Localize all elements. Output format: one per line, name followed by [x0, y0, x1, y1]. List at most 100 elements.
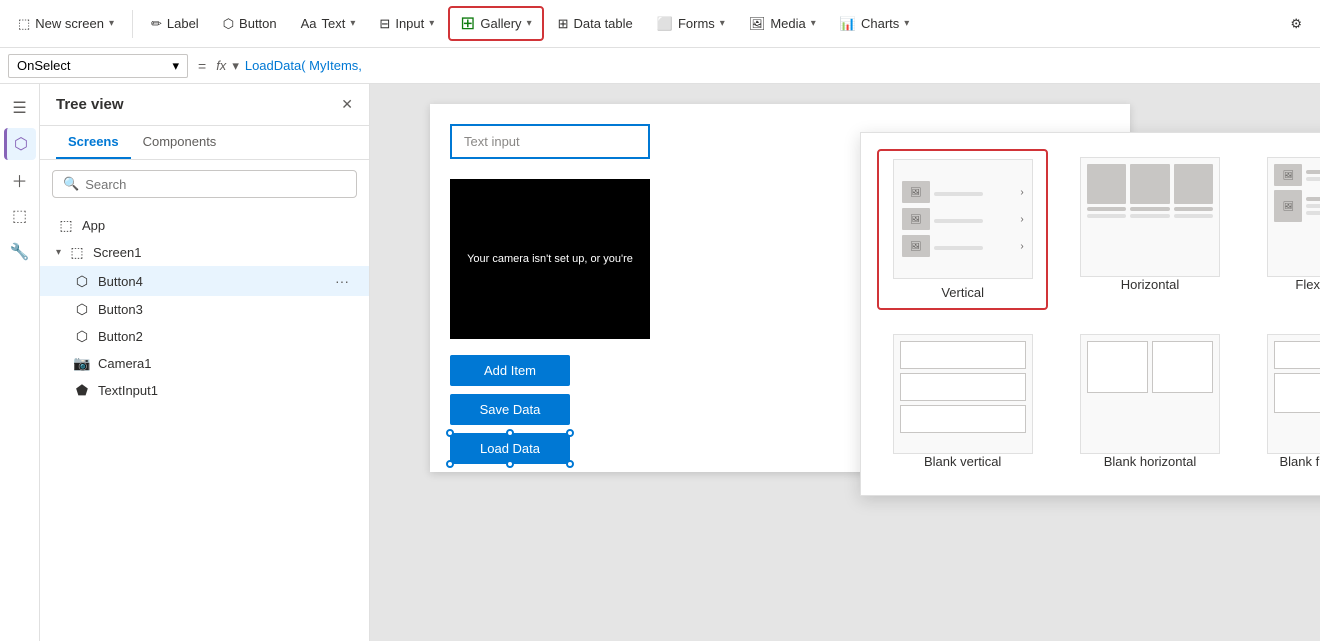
- gallery-chevron: ▾: [527, 18, 532, 29]
- tree-header: Tree view ✕: [40, 84, 369, 126]
- vertical-img-1: 🖼: [902, 181, 930, 203]
- button3-label: Button3: [98, 302, 353, 317]
- app-label: App: [82, 218, 353, 233]
- tree-panel: Tree view ✕ Screens Components 🔍 ⬚ App ▾…: [40, 84, 370, 641]
- main-layout: ☰ ⬡ ＋ ⬚ 🔧 Tree view ✕ Screens Components…: [0, 84, 1320, 641]
- gallery-thumb-blank-vertical: [893, 334, 1033, 454]
- tab-screens[interactable]: Screens: [56, 126, 131, 159]
- settings-button[interactable]: ⚙: [1280, 11, 1312, 37]
- dot-handle-tr[interactable]: [566, 429, 574, 437]
- sidebar-icons: ☰ ⬡ ＋ ⬚ 🔧: [0, 84, 40, 641]
- property-select[interactable]: OnSelect ▾: [8, 54, 188, 78]
- new-screen-button[interactable]: ⬚ New screen ▾: [8, 11, 124, 37]
- text-icon: Aa: [301, 16, 317, 31]
- gallery-option-blank-vertical[interactable]: Blank vertical: [877, 326, 1048, 479]
- tree-item-screen1[interactable]: ▾ ⬚ Screen1: [40, 239, 369, 266]
- gallery-label-blank-vertical: Blank vertical: [924, 454, 1001, 469]
- gallery-grid: 🖼 › 🖼: [877, 149, 1320, 479]
- button4-more[interactable]: ···: [331, 271, 353, 291]
- button3-icon: ⬡: [72, 301, 92, 318]
- dot-handle-br[interactable]: [566, 460, 574, 468]
- media-button[interactable]: 🖼 Media ▾: [739, 11, 826, 37]
- tree-item-app[interactable]: ⬚ App: [40, 212, 369, 239]
- gallery-button[interactable]: ⊞ Gallery ▾: [448, 6, 543, 41]
- save-data-button[interactable]: Save Data: [450, 394, 570, 425]
- screen1-icon: ⬚: [67, 244, 87, 261]
- gallery-dropdown: 🖼 › 🖼: [860, 132, 1320, 496]
- button2-label: Button2: [98, 329, 353, 344]
- canvas-area: Text input Your camera isn't set up, or …: [370, 84, 1320, 641]
- vertical-img-3: 🖼: [902, 235, 930, 257]
- gallery-thumb-horizontal: [1080, 157, 1220, 277]
- tab-components[interactable]: Components: [131, 126, 229, 159]
- label-icon: ✏: [151, 16, 162, 32]
- gallery-label-horizontal: Horizontal: [1121, 277, 1180, 292]
- forms-button[interactable]: ⬜ Forms ▾: [647, 11, 735, 37]
- tree-search-box: 🔍: [52, 170, 357, 198]
- tree-tabs: Screens Components: [40, 126, 369, 160]
- charts-chevron: ▾: [904, 18, 909, 29]
- forms-icon: ⬜: [657, 16, 673, 32]
- gallery-thumb-flexible: 🖼 🖼: [1267, 157, 1320, 277]
- plus-icon[interactable]: ＋: [4, 164, 36, 196]
- vertical-img-2: 🖼: [902, 208, 930, 230]
- gallery-option-horizontal[interactable]: Horizontal: [1064, 149, 1235, 310]
- gallery-option-blank-flexible[interactable]: ↑ ↓ Blank flexible height: [1252, 326, 1320, 479]
- dot-handle-bm[interactable]: [506, 460, 514, 468]
- tree-item-textinput1[interactable]: ⬟ TextInput1: [40, 377, 369, 404]
- app-icon: ⬚: [56, 217, 76, 234]
- text-chevron: ▾: [350, 18, 355, 29]
- wrench-icon[interactable]: 🔧: [4, 236, 36, 268]
- new-screen-chevron: ▾: [109, 18, 114, 29]
- data-table-icon: ⊞: [558, 16, 569, 32]
- input-button[interactable]: ⊟ Input ▾: [369, 11, 444, 37]
- tree-item-button4[interactable]: ⬡ Button4 ···: [40, 266, 369, 296]
- gallery-thumb-blank-flexible: ↑ ↓: [1267, 334, 1320, 454]
- fx-label: fx: [216, 58, 226, 73]
- gallery-option-flexible-height[interactable]: 🖼 🖼: [1252, 149, 1320, 310]
- equals-sign: =: [194, 58, 210, 74]
- canvas-text-input: Text input: [450, 124, 650, 159]
- gallery-label-flexible: Flexible height: [1295, 277, 1320, 292]
- formula-input[interactable]: [245, 58, 1312, 73]
- search-input[interactable]: [85, 177, 346, 192]
- button2-icon: ⬡: [72, 328, 92, 345]
- gallery-option-blank-horizontal[interactable]: Blank horizontal: [1064, 326, 1235, 479]
- input-chevron: ▾: [429, 18, 434, 29]
- button4-label: Button4: [98, 274, 325, 289]
- textinput1-label: TextInput1: [98, 383, 353, 398]
- charts-button[interactable]: 📊 Charts ▾: [830, 11, 920, 37]
- gallery-label-blank-horizontal: Blank horizontal: [1104, 454, 1197, 469]
- data-table-button[interactable]: ⊞ Data table: [548, 11, 643, 37]
- gallery-option-vertical[interactable]: 🖼 › 🖼: [877, 149, 1048, 310]
- search-icon: 🔍: [63, 176, 79, 192]
- data-icon[interactable]: ⬚: [4, 200, 36, 232]
- dot-handle-tm[interactable]: [506, 429, 514, 437]
- button-tool[interactable]: ⬡ Button: [213, 11, 287, 37]
- label-button[interactable]: ✏ Label: [141, 11, 209, 37]
- text-button[interactable]: Aa Text ▾: [291, 11, 366, 36]
- new-screen-icon: ⬚: [18, 16, 30, 32]
- formula-bar: OnSelect ▾ = fx ▾: [0, 48, 1320, 84]
- gallery-icon: ⊞: [460, 13, 475, 34]
- gallery-thumb-vertical: 🖼 › 🖼: [893, 159, 1033, 279]
- toolbar: ⬚ New screen ▾ ✏ Label ⬡ Button Aa Text …: [0, 0, 1320, 48]
- tree-item-button3[interactable]: ⬡ Button3: [40, 296, 369, 323]
- tree-close-button[interactable]: ✕: [341, 96, 353, 113]
- input-icon: ⊟: [379, 16, 390, 32]
- gallery-label-blank-flexible: Blank flexible height: [1280, 454, 1320, 471]
- screen1-expand-icon: ▾: [56, 247, 61, 258]
- tree-item-button2[interactable]: ⬡ Button2: [40, 323, 369, 350]
- dot-handle-bl[interactable]: [446, 460, 454, 468]
- forms-chevron: ▾: [720, 18, 725, 29]
- formula-arrow: ▾: [232, 58, 239, 74]
- tree-title: Tree view: [56, 96, 124, 113]
- charts-icon: 📊: [840, 16, 856, 32]
- tree-view-icon[interactable]: ⬡: [4, 128, 36, 160]
- tree-item-camera1[interactable]: 📷 Camera1: [40, 350, 369, 377]
- hamburger-icon[interactable]: ☰: [4, 92, 36, 124]
- tree-items: ⬚ App ▾ ⬚ Screen1 ⬡ Button4 ··· ⬡ Button…: [40, 208, 369, 641]
- dot-handle-tl[interactable]: [446, 429, 454, 437]
- add-item-button[interactable]: Add Item: [450, 355, 570, 386]
- media-chevron: ▾: [811, 18, 816, 29]
